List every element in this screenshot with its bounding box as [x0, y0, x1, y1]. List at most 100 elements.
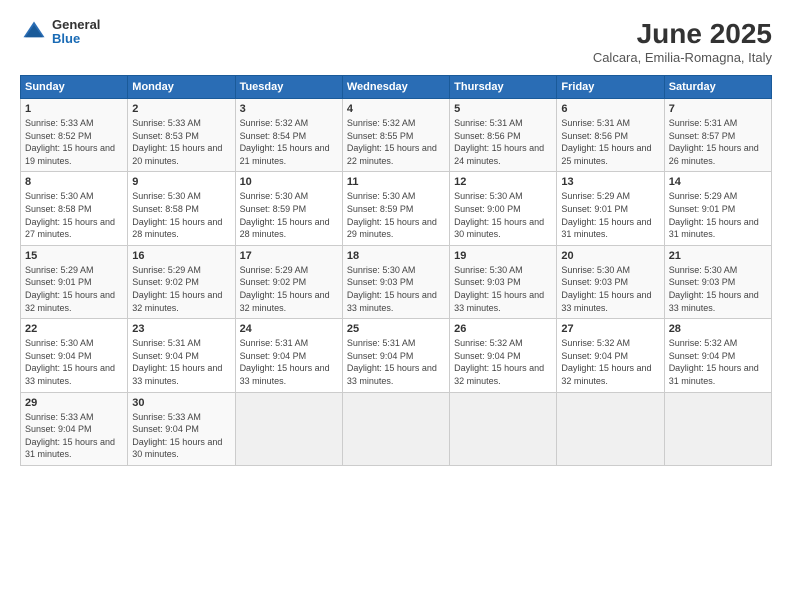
day-detail: Sunrise: 5:33 AM Sunset: 8:53 PM Dayligh…	[132, 117, 230, 167]
day-detail: Sunrise: 5:32 AM Sunset: 8:55 PM Dayligh…	[347, 117, 445, 167]
day-number: 7	[669, 103, 767, 115]
day-number: 6	[561, 103, 659, 115]
calendar-cell: 10 Sunrise: 5:30 AM Sunset: 8:59 PM Dayl…	[235, 172, 342, 245]
page: General Blue June 2025 Calcara, Emilia-R…	[0, 0, 792, 612]
day-detail: Sunrise: 5:29 AM Sunset: 9:01 PM Dayligh…	[25, 264, 123, 314]
calendar-cell: 20 Sunrise: 5:30 AM Sunset: 9:03 PM Dayl…	[557, 245, 664, 318]
calendar-cell: 17 Sunrise: 5:29 AM Sunset: 9:02 PM Dayl…	[235, 245, 342, 318]
day-detail: Sunrise: 5:30 AM Sunset: 9:04 PM Dayligh…	[25, 337, 123, 387]
day-number: 28	[669, 323, 767, 335]
day-detail: Sunrise: 5:29 AM Sunset: 9:02 PM Dayligh…	[132, 264, 230, 314]
calendar-cell: 8 Sunrise: 5:30 AM Sunset: 8:58 PM Dayli…	[21, 172, 128, 245]
logo: General Blue	[20, 18, 100, 47]
day-detail: Sunrise: 5:31 AM Sunset: 9:04 PM Dayligh…	[347, 337, 445, 387]
title-block: June 2025 Calcara, Emilia-Romagna, Italy	[593, 18, 772, 65]
col-saturday: Saturday	[664, 76, 771, 99]
calendar-cell: 12 Sunrise: 5:30 AM Sunset: 9:00 PM Dayl…	[450, 172, 557, 245]
day-detail: Sunrise: 5:31 AM Sunset: 9:04 PM Dayligh…	[240, 337, 338, 387]
header: General Blue June 2025 Calcara, Emilia-R…	[20, 18, 772, 65]
calendar-cell: 6 Sunrise: 5:31 AM Sunset: 8:56 PM Dayli…	[557, 99, 664, 172]
calendar-cell	[235, 392, 342, 465]
col-tuesday: Tuesday	[235, 76, 342, 99]
header-row: Sunday Monday Tuesday Wednesday Thursday…	[21, 76, 772, 99]
calendar-cell: 15 Sunrise: 5:29 AM Sunset: 9:01 PM Dayl…	[21, 245, 128, 318]
calendar-cell: 16 Sunrise: 5:29 AM Sunset: 9:02 PM Dayl…	[128, 245, 235, 318]
day-detail: Sunrise: 5:31 AM Sunset: 8:57 PM Dayligh…	[669, 117, 767, 167]
day-number: 5	[454, 103, 552, 115]
day-number: 29	[25, 397, 123, 409]
calendar-cell: 1 Sunrise: 5:33 AM Sunset: 8:52 PM Dayli…	[21, 99, 128, 172]
calendar-cell: 13 Sunrise: 5:29 AM Sunset: 9:01 PM Dayl…	[557, 172, 664, 245]
calendar-cell: 23 Sunrise: 5:31 AM Sunset: 9:04 PM Dayl…	[128, 319, 235, 392]
calendar-week-row: 29 Sunrise: 5:33 AM Sunset: 9:04 PM Dayl…	[21, 392, 772, 465]
day-number: 21	[669, 250, 767, 262]
month-year: June 2025	[593, 18, 772, 50]
day-detail: Sunrise: 5:33 AM Sunset: 9:04 PM Dayligh…	[132, 411, 230, 461]
day-detail: Sunrise: 5:30 AM Sunset: 9:03 PM Dayligh…	[347, 264, 445, 314]
logo-blue: Blue	[52, 32, 100, 46]
day-number: 4	[347, 103, 445, 115]
day-number: 18	[347, 250, 445, 262]
day-number: 27	[561, 323, 659, 335]
day-number: 24	[240, 323, 338, 335]
day-detail: Sunrise: 5:31 AM Sunset: 9:04 PM Dayligh…	[132, 337, 230, 387]
col-wednesday: Wednesday	[342, 76, 449, 99]
calendar: Sunday Monday Tuesday Wednesday Thursday…	[20, 75, 772, 466]
day-number: 17	[240, 250, 338, 262]
day-number: 14	[669, 176, 767, 188]
calendar-cell: 3 Sunrise: 5:32 AM Sunset: 8:54 PM Dayli…	[235, 99, 342, 172]
day-detail: Sunrise: 5:32 AM Sunset: 9:04 PM Dayligh…	[561, 337, 659, 387]
calendar-cell: 4 Sunrise: 5:32 AM Sunset: 8:55 PM Dayli…	[342, 99, 449, 172]
day-number: 12	[454, 176, 552, 188]
day-detail: Sunrise: 5:30 AM Sunset: 8:59 PM Dayligh…	[240, 190, 338, 240]
logo-general: General	[52, 18, 100, 32]
day-detail: Sunrise: 5:32 AM Sunset: 9:04 PM Dayligh…	[454, 337, 552, 387]
day-number: 15	[25, 250, 123, 262]
day-number: 2	[132, 103, 230, 115]
day-detail: Sunrise: 5:30 AM Sunset: 8:58 PM Dayligh…	[25, 190, 123, 240]
day-number: 20	[561, 250, 659, 262]
calendar-cell: 21 Sunrise: 5:30 AM Sunset: 9:03 PM Dayl…	[664, 245, 771, 318]
day-detail: Sunrise: 5:29 AM Sunset: 9:02 PM Dayligh…	[240, 264, 338, 314]
day-number: 22	[25, 323, 123, 335]
calendar-cell: 11 Sunrise: 5:30 AM Sunset: 8:59 PM Dayl…	[342, 172, 449, 245]
day-number: 30	[132, 397, 230, 409]
calendar-week-row: 1 Sunrise: 5:33 AM Sunset: 8:52 PM Dayli…	[21, 99, 772, 172]
day-detail: Sunrise: 5:30 AM Sunset: 9:00 PM Dayligh…	[454, 190, 552, 240]
calendar-week-row: 22 Sunrise: 5:30 AM Sunset: 9:04 PM Dayl…	[21, 319, 772, 392]
day-detail: Sunrise: 5:30 AM Sunset: 9:03 PM Dayligh…	[454, 264, 552, 314]
day-detail: Sunrise: 5:32 AM Sunset: 9:04 PM Dayligh…	[669, 337, 767, 387]
day-number: 3	[240, 103, 338, 115]
calendar-cell	[664, 392, 771, 465]
calendar-cell: 29 Sunrise: 5:33 AM Sunset: 9:04 PM Dayl…	[21, 392, 128, 465]
day-detail: Sunrise: 5:33 AM Sunset: 8:52 PM Dayligh…	[25, 117, 123, 167]
day-detail: Sunrise: 5:29 AM Sunset: 9:01 PM Dayligh…	[669, 190, 767, 240]
day-detail: Sunrise: 5:30 AM Sunset: 8:59 PM Dayligh…	[347, 190, 445, 240]
day-number: 11	[347, 176, 445, 188]
day-detail: Sunrise: 5:29 AM Sunset: 9:01 PM Dayligh…	[561, 190, 659, 240]
col-friday: Friday	[557, 76, 664, 99]
col-thursday: Thursday	[450, 76, 557, 99]
logo-text: General Blue	[52, 18, 100, 47]
location: Calcara, Emilia-Romagna, Italy	[593, 50, 772, 65]
calendar-cell: 28 Sunrise: 5:32 AM Sunset: 9:04 PM Dayl…	[664, 319, 771, 392]
day-detail: Sunrise: 5:33 AM Sunset: 9:04 PM Dayligh…	[25, 411, 123, 461]
calendar-body: 1 Sunrise: 5:33 AM Sunset: 8:52 PM Dayli…	[21, 99, 772, 466]
calendar-cell: 18 Sunrise: 5:30 AM Sunset: 9:03 PM Dayl…	[342, 245, 449, 318]
calendar-cell: 7 Sunrise: 5:31 AM Sunset: 8:57 PM Dayli…	[664, 99, 771, 172]
col-monday: Monday	[128, 76, 235, 99]
calendar-cell: 27 Sunrise: 5:32 AM Sunset: 9:04 PM Dayl…	[557, 319, 664, 392]
day-detail: Sunrise: 5:30 AM Sunset: 9:03 PM Dayligh…	[561, 264, 659, 314]
day-number: 1	[25, 103, 123, 115]
day-detail: Sunrise: 5:30 AM Sunset: 9:03 PM Dayligh…	[669, 264, 767, 314]
day-number: 8	[25, 176, 123, 188]
calendar-header: Sunday Monday Tuesday Wednesday Thursday…	[21, 76, 772, 99]
day-number: 26	[454, 323, 552, 335]
calendar-cell: 25 Sunrise: 5:31 AM Sunset: 9:04 PM Dayl…	[342, 319, 449, 392]
calendar-cell	[557, 392, 664, 465]
calendar-cell: 19 Sunrise: 5:30 AM Sunset: 9:03 PM Dayl…	[450, 245, 557, 318]
col-sunday: Sunday	[21, 76, 128, 99]
logo-icon	[20, 18, 48, 46]
calendar-week-row: 15 Sunrise: 5:29 AM Sunset: 9:01 PM Dayl…	[21, 245, 772, 318]
day-number: 23	[132, 323, 230, 335]
